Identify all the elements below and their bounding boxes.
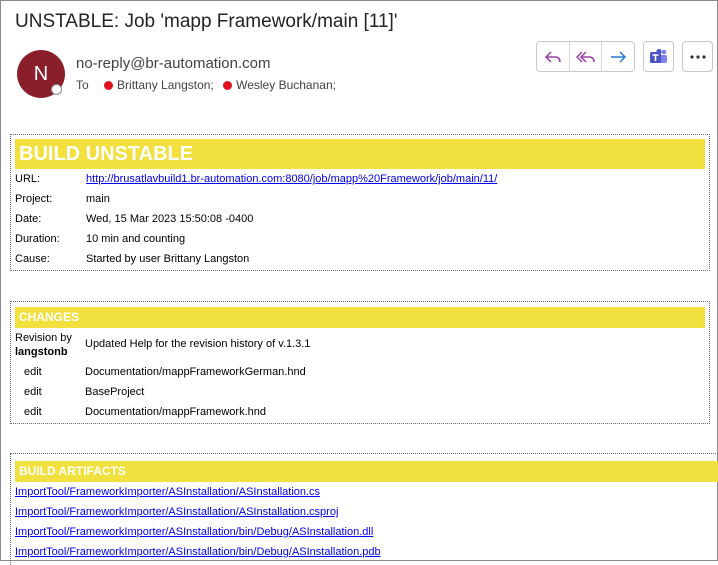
to-label: To xyxy=(76,78,89,92)
email-subject: UNSTABLE: Job 'mapp Framework/main [11]' xyxy=(15,11,398,32)
reply-icon xyxy=(544,50,561,63)
field-label: Duration: xyxy=(15,233,60,245)
artifact-item: ImportTool/FrameworkImporter/ASInstallat… xyxy=(11,542,718,562)
artifact-link[interactable]: ImportTool/FrameworkImporter/ASInstallat… xyxy=(15,546,381,558)
field-value: Wed, 15 Mar 2023 15:50:08 -0400 xyxy=(86,213,254,225)
build-url-link[interactable]: http://brusatlavbuild1.br-automation.com… xyxy=(86,169,497,189)
more-options-button[interactable] xyxy=(682,41,713,72)
artifact-item: ImportTool/FrameworkImporter/ASInstallat… xyxy=(11,502,718,522)
commit-message: Updated Help for the revision history of… xyxy=(85,338,311,350)
reply-all-icon xyxy=(575,50,595,63)
change-row: edit Documentation/mappFrameworkGerman.h… xyxy=(11,362,709,382)
build-status-title: BUILD UNSTABLE xyxy=(15,139,705,169)
change-action: edit xyxy=(24,386,42,398)
field-value: Started by user Brittany Langston xyxy=(86,253,250,265)
field-label: Cause: xyxy=(15,253,50,265)
revision-label: Revision by langstonb xyxy=(15,332,72,358)
field-value: main xyxy=(86,193,110,205)
change-path: BaseProject xyxy=(85,386,145,398)
artifact-link[interactable]: ImportTool/FrameworkImporter/ASInstallat… xyxy=(15,506,338,518)
forward-button[interactable] xyxy=(601,42,634,71)
reply-all-button[interactable] xyxy=(568,42,602,71)
revision-row: Revision by langstonb Updated Help for t… xyxy=(11,328,709,362)
build-artifacts-panel: BUILD ARTIFACTS ImportTool/FrameworkImpo… xyxy=(10,453,718,565)
change-path: Documentation/mappFramework.hnd xyxy=(85,406,266,418)
artifact-link[interactable]: ImportTool/FrameworkImporter/ASInstallat… xyxy=(15,526,373,538)
field-label: Date: xyxy=(15,213,42,225)
forward-icon xyxy=(611,50,627,63)
artifact-item: ImportTool/FrameworkImporter/ASInstallat… xyxy=(11,482,718,502)
field-label: URL: xyxy=(15,173,41,185)
recipient-presence-icon xyxy=(223,81,233,90)
sender-address[interactable]: no-reply@br-automation.com xyxy=(76,55,270,72)
build-status-panel: BUILD UNSTABLE URL: http://brusatlavbuil… xyxy=(10,134,710,271)
build-field-row: Duration: 10 min and counting xyxy=(11,229,709,249)
revision-user: langstonb xyxy=(15,346,68,358)
recipient[interactable]: Wesley Buchanan; xyxy=(236,78,336,92)
field-label: Project: xyxy=(15,193,53,205)
build-field-row: URL: http://brusatlavbuild1.br-automatio… xyxy=(11,169,709,189)
recipient[interactable]: Brittany Langston; xyxy=(117,78,214,92)
more-icon xyxy=(689,54,706,59)
reply-button-group xyxy=(536,41,635,72)
field-value: 10 min and counting xyxy=(86,233,186,245)
change-action: edit xyxy=(24,366,42,378)
artifacts-title: BUILD ARTIFACTS xyxy=(15,461,718,482)
teams-icon xyxy=(649,48,667,63)
change-row: edit BaseProject xyxy=(11,382,709,402)
change-action: edit xyxy=(24,406,42,418)
build-field-row: Project: main xyxy=(11,189,709,209)
recipients-line: To Brittany Langston; Wesley Buchanan; xyxy=(76,78,336,92)
artifact-item: ImportTool/FrameworkImporter/ASInstallat… xyxy=(11,522,718,542)
change-row: edit Documentation/mappFramework.hnd xyxy=(11,402,709,422)
build-field-row: Date: Wed, 15 Mar 2023 15:50:08 -0400 xyxy=(11,209,709,229)
teams-button[interactable] xyxy=(643,41,674,72)
changes-title: CHANGES xyxy=(15,307,705,328)
change-path: Documentation/mappFrameworkGerman.hnd xyxy=(85,366,306,378)
artifact-link[interactable]: ImportTool/FrameworkImporter/ASInstallat… xyxy=(15,486,320,498)
reply-button[interactable] xyxy=(537,42,569,71)
changes-panel: CHANGES Revision by langstonb Updated He… xyxy=(10,301,710,424)
presence-status-icon xyxy=(51,84,62,95)
recipient-presence-icon xyxy=(104,81,114,90)
build-field-row: Cause: Started by user Brittany Langston xyxy=(11,249,709,269)
